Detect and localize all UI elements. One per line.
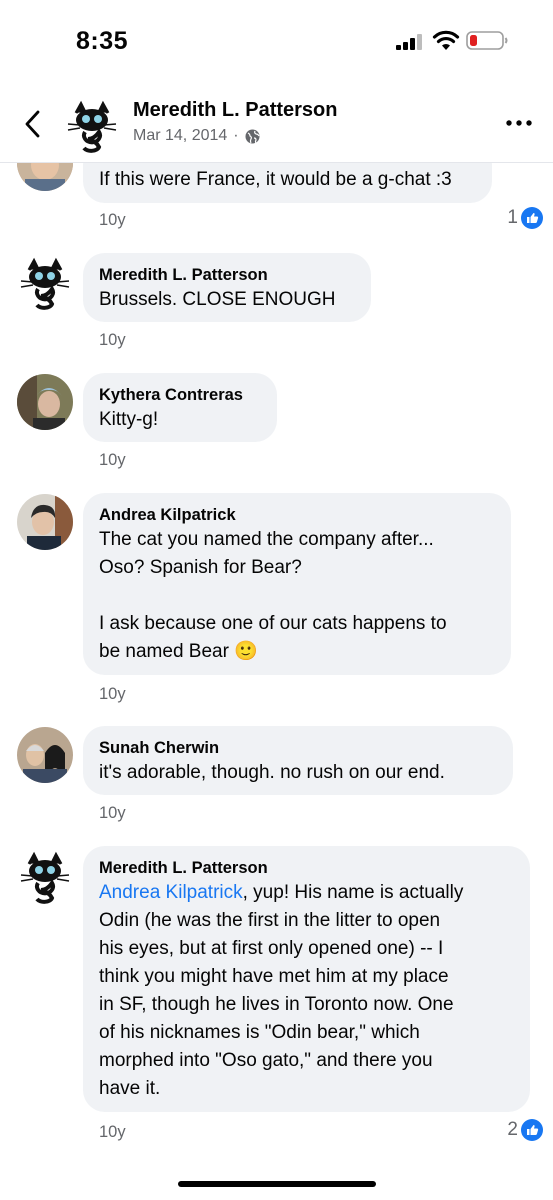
commenter-avatar[interactable] (17, 374, 73, 430)
comment-text: The cat you named the company after... O… (99, 526, 495, 666)
comment-bubble[interactable]: Meredith L. Patterson Andrea Kilpatrick,… (83, 846, 530, 1112)
comment-text-body: , yup! His name is actually Odin (he was… (99, 882, 464, 1099)
comment-text: Brussels. CLOSE ENOUGH (99, 289, 336, 310)
comment-text: If this were France, it would be a g-cha… (99, 169, 452, 190)
comment-age: 10y (99, 331, 126, 349)
comment-text: Andrea Kilpatrick, yup! His name is actu… (99, 879, 514, 1103)
comment-author[interactable]: Andrea Kilpatrick (99, 505, 495, 526)
home-indicator[interactable] (178, 1181, 376, 1187)
comment-author[interactable]: Sunah Cherwin (99, 738, 497, 759)
comment-bubble[interactable]: Sunah Cherwin it's adorable, though. no … (83, 726, 513, 795)
commenter-avatar[interactable] (17, 727, 73, 783)
comment: Sunah Cherwin it's adorable, though. no … (0, 724, 553, 834)
commenter-avatar[interactable] (17, 849, 73, 905)
comment-text: Kitty-g! (99, 409, 159, 430)
comment-bubble[interactable]: Meredith L. Patterson Brussels. CLOSE EN… (83, 253, 371, 322)
mention-link[interactable]: Andrea Kilpatrick (99, 882, 243, 903)
commenter-avatar[interactable] (17, 494, 73, 550)
smile-emoji-icon: 🙂 (234, 641, 258, 662)
comment-age: 10y (99, 211, 126, 229)
comment-text: it's adorable, though. no rush on our en… (99, 762, 445, 783)
back-arrow-icon[interactable] (18, 104, 48, 144)
comment-list: If this were France, it would be a g-cha… (0, 0, 553, 1200)
reaction-count[interactable]: 2 (507, 1119, 543, 1141)
reaction-number: 1 (507, 207, 518, 228)
commenter-avatar[interactable] (17, 255, 73, 311)
comment: Meredith L. Patterson Brussels. CLOSE EN… (0, 251, 553, 361)
post-header: Meredith L. Patterson Mar 14, 2014 · (0, 88, 553, 163)
comment: Kythera Contreras Kitty-g! 10y (0, 371, 553, 481)
comment-bubble[interactable]: Kythera Contreras Kitty-g! (83, 373, 277, 442)
comment-bubble[interactable]: Andrea Kilpatrick The cat you named the … (83, 493, 511, 675)
comment-author[interactable]: Kythera Contreras (99, 385, 261, 406)
reaction-number: 2 (507, 1119, 518, 1140)
post-date[interactable]: Mar 14, 2014 (133, 127, 227, 145)
comment-age: 10y (99, 804, 126, 822)
author-avatar[interactable] (64, 98, 120, 154)
author-name[interactable]: Meredith L. Patterson (133, 99, 337, 122)
globe-icon (245, 129, 260, 143)
comment-age: 10y (99, 1123, 126, 1141)
more-icon[interactable] (505, 118, 533, 128)
comment-author[interactable]: Meredith L. Patterson (99, 858, 514, 879)
comment-age: 10y (99, 451, 126, 469)
like-icon (521, 207, 543, 229)
post-meta: Mar 14, 2014 · (133, 127, 260, 145)
comment: Andrea Kilpatrick The cat you named the … (0, 491, 553, 711)
meta-separator: · (233, 127, 239, 144)
comment-author[interactable]: Meredith L. Patterson (99, 265, 355, 286)
comment-text-body: The cat you named the company after... O… (99, 529, 447, 662)
comment-age: 10y (99, 685, 126, 703)
comment: Meredith L. Patterson Andrea Kilpatrick,… (0, 845, 553, 1155)
reaction-count[interactable]: 1 (507, 207, 543, 229)
like-icon (521, 1119, 543, 1141)
